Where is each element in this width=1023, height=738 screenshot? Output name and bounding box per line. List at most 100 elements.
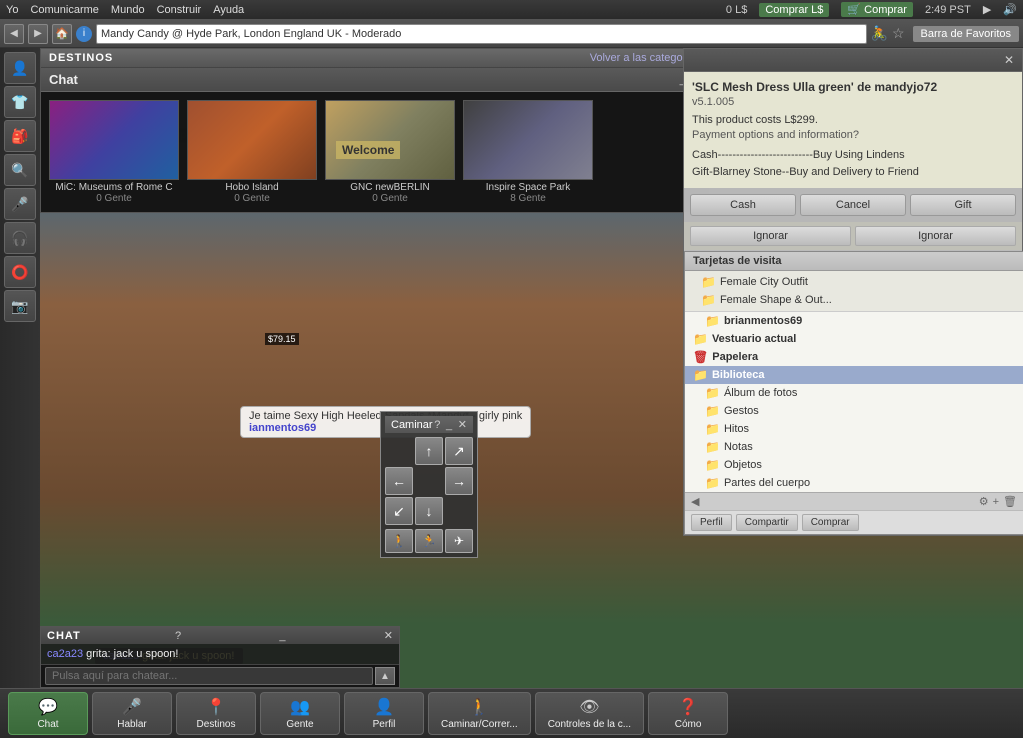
female-city-outfit-row[interactable]: 📁 Female City Outfit 📁 Female Shape & Ou… bbox=[685, 271, 1023, 312]
sound-icon[interactable]: 🔊 bbox=[1003, 3, 1017, 16]
address-input[interactable] bbox=[96, 24, 867, 44]
sidebar-person-icon[interactable]: 👤 bbox=[4, 52, 36, 84]
inv-item-album[interactable]: 📁 Álbum de fotos bbox=[685, 384, 1023, 402]
taskbar-caminar[interactable]: 🚶 Caminar/Correr... bbox=[428, 692, 531, 735]
walk-down-left-button[interactable]: ↙ bbox=[385, 497, 413, 525]
walk-close-button[interactable]: ✕ bbox=[458, 418, 467, 431]
sidebar-clothes-icon[interactable]: 👕 bbox=[4, 86, 36, 118]
inventory-title: Tarjetas de visita bbox=[693, 255, 1015, 267]
walk-min-button[interactable]: _ bbox=[446, 419, 452, 431]
menu-construir[interactable]: Construir bbox=[157, 4, 202, 16]
gear-icon[interactable]: ⚙ bbox=[979, 495, 989, 508]
ignore-button-2[interactable]: Ignorar bbox=[855, 226, 1016, 246]
inv-item-papelera[interactable]: 🗑 Papelera bbox=[685, 348, 1023, 366]
favorites-bar[interactable]: Barra de Favoritos bbox=[913, 26, 1019, 42]
buy-button[interactable]: 🛒 Comprar bbox=[841, 2, 913, 17]
menu-comunicarme[interactable]: Comunicarme bbox=[30, 4, 98, 16]
home-button[interactable]: 🏠 bbox=[52, 24, 72, 44]
bookmark-star[interactable]: ☆ bbox=[892, 25, 905, 42]
dest-name-rome: MiC: Museums of Rome C bbox=[55, 182, 172, 193]
sidebar-headphones-icon[interactable]: 🎧 bbox=[4, 222, 36, 254]
destinos-icon: 📍 bbox=[206, 697, 226, 717]
taskbar-hablar[interactable]: 🎤 Hablar bbox=[92, 692, 172, 735]
taskbar-chat[interactable]: 💬 Chat bbox=[8, 692, 88, 735]
plus-icon[interactable]: + bbox=[993, 496, 999, 508]
folder-icon-4: 📁 bbox=[693, 332, 708, 346]
ignore-button-1[interactable]: Ignorar bbox=[690, 226, 851, 246]
chat-send-button[interactable]: ▲ bbox=[375, 667, 395, 685]
taskbar-controles[interactable]: 👁 Controles de la c... bbox=[535, 692, 644, 735]
walk-mode-buttons: 🚶 🏃 ✈ bbox=[385, 529, 473, 553]
taskbar-perfil[interactable]: 👤 Perfil bbox=[344, 692, 424, 735]
fly-mode-button[interactable]: ✈ bbox=[445, 529, 473, 553]
taskbar-gente[interactable]: 👥 Gente bbox=[260, 692, 340, 735]
inv-label-biblioteca: Biblioteca bbox=[712, 369, 765, 381]
menu-ayuda[interactable]: Ayuda bbox=[213, 4, 244, 16]
dest-item-rome[interactable]: MiC: Museums of Rome C 0 Gente bbox=[49, 100, 179, 204]
walk-up-button[interactable]: ↑ bbox=[415, 437, 443, 465]
walk-help-button[interactable]: ? bbox=[434, 419, 440, 431]
top-menubar: Yo Comunicarme Mundo Construir Ayuda 0 L… bbox=[0, 0, 1023, 20]
destinos-label-taskbar: Destinos bbox=[197, 719, 236, 730]
chat-box-close[interactable]: ✕ bbox=[384, 629, 393, 642]
taskbar-como[interactable]: ❓ Cómo bbox=[648, 692, 728, 735]
inv-item-objetos[interactable]: 📁 Objetos bbox=[685, 456, 1023, 474]
inv-label-notas: Notas bbox=[724, 441, 753, 453]
dest-thumb-rome bbox=[49, 100, 179, 180]
dest-item-hobo[interactable]: Hobo Island 0 Gente bbox=[187, 100, 317, 204]
inventory-toolbar: Perfil Compartir Comprar bbox=[685, 510, 1023, 534]
dest-item-berlin[interactable]: Welcome GNC newBERLIN 0 Gente bbox=[325, 100, 455, 204]
gift-button[interactable]: Gift bbox=[910, 194, 1016, 216]
folder-icon-2: 📁 bbox=[701, 293, 716, 307]
inv-item-vestuario[interactable]: 📁 Vestuario actual bbox=[685, 330, 1023, 348]
inv-item-brianmentos[interactable]: 📁 brianmentos69 bbox=[685, 312, 1023, 330]
inv-item-gestos[interactable]: 📁 Gestos bbox=[685, 402, 1023, 420]
forward-button[interactable]: ▶ bbox=[28, 24, 48, 44]
folder-icon-5: 📁 bbox=[705, 386, 720, 400]
price-tag: $79.15 bbox=[265, 333, 299, 345]
balance-display: 0 L$ bbox=[726, 4, 747, 16]
inventory-tree: 📁 brianmentos69 📁 Vestuario actual 🗑 Pap… bbox=[685, 312, 1023, 492]
folder-icon-blue: 📁 bbox=[693, 368, 708, 382]
walk-down-button[interactable]: ↓ bbox=[415, 497, 443, 525]
inv-item-notas[interactable]: 📁 Notas bbox=[685, 438, 1023, 456]
walk-left-button[interactable]: ← bbox=[385, 467, 413, 495]
menu-mundo[interactable]: Mundo bbox=[111, 4, 145, 16]
inv-female-city-outfit[interactable]: 📁 Female City Outfit bbox=[693, 273, 1015, 291]
cash-button[interactable]: Cash bbox=[690, 194, 796, 216]
dest-item-inspire[interactable]: Inspire Space Park 8 Gente bbox=[463, 100, 593, 204]
menu-yo[interactable]: Yo bbox=[6, 4, 18, 16]
walk-right-button[interactable]: → bbox=[445, 467, 473, 495]
inv-item-partes[interactable]: 📁 Partes del cuerpo bbox=[685, 474, 1023, 492]
controles-icon: 👁 bbox=[579, 697, 599, 717]
sidebar-circle-icon[interactable]: ⭕ bbox=[4, 256, 36, 288]
compartir-button[interactable]: Compartir bbox=[736, 514, 798, 531]
cancel-button[interactable]: Cancel bbox=[800, 194, 906, 216]
chat-box-help[interactable]: ? bbox=[175, 630, 181, 642]
inv-item-biblioteca[interactable]: 📁 Biblioteca bbox=[685, 366, 1023, 384]
expand-icon[interactable]: ▶ bbox=[983, 3, 991, 16]
inv-female-shape[interactable]: 📁 Female Shape & Out... bbox=[693, 291, 1015, 309]
trash-inv-icon[interactable]: 🗑 bbox=[1003, 495, 1017, 508]
product-close-button[interactable]: ✕ bbox=[1004, 53, 1014, 67]
chat-box-min[interactable]: _ bbox=[279, 630, 285, 642]
taskbar-destinos[interactable]: 📍 Destinos bbox=[176, 692, 256, 735]
inv-item-hitos[interactable]: 📁 Hitos bbox=[685, 420, 1023, 438]
walk-up-right-button[interactable]: ↗ bbox=[445, 437, 473, 465]
walk-mode-button[interactable]: 🚶 bbox=[385, 529, 413, 553]
buy-lindens-button[interactable]: Comprar L$ bbox=[759, 3, 829, 17]
run-mode-button[interactable]: 🏃 bbox=[415, 529, 443, 553]
chat-panel-title: Chat bbox=[49, 72, 674, 87]
back-button[interactable]: ◀ bbox=[4, 24, 24, 44]
sidebar-mic-icon[interactable]: 🎤 bbox=[4, 188, 36, 220]
comprar-button[interactable]: Comprar bbox=[802, 514, 859, 531]
chat-input[interactable] bbox=[45, 667, 373, 685]
perfil-button[interactable]: Perfil bbox=[691, 514, 732, 531]
dest-count-inspire: 8 Gente bbox=[510, 193, 546, 204]
sidebar-bag-icon[interactable]: 🎒 bbox=[4, 120, 36, 152]
sidebar-search-icon[interactable]: 🔍 bbox=[4, 154, 36, 186]
sidebar-camera-icon[interactable]: 📷 bbox=[4, 290, 36, 322]
chat-taskbar-icon: 💬 bbox=[38, 697, 58, 717]
left-arrow-icon[interactable]: ◀ bbox=[691, 495, 699, 508]
dest-count-berlin: 0 Gente bbox=[372, 193, 408, 204]
